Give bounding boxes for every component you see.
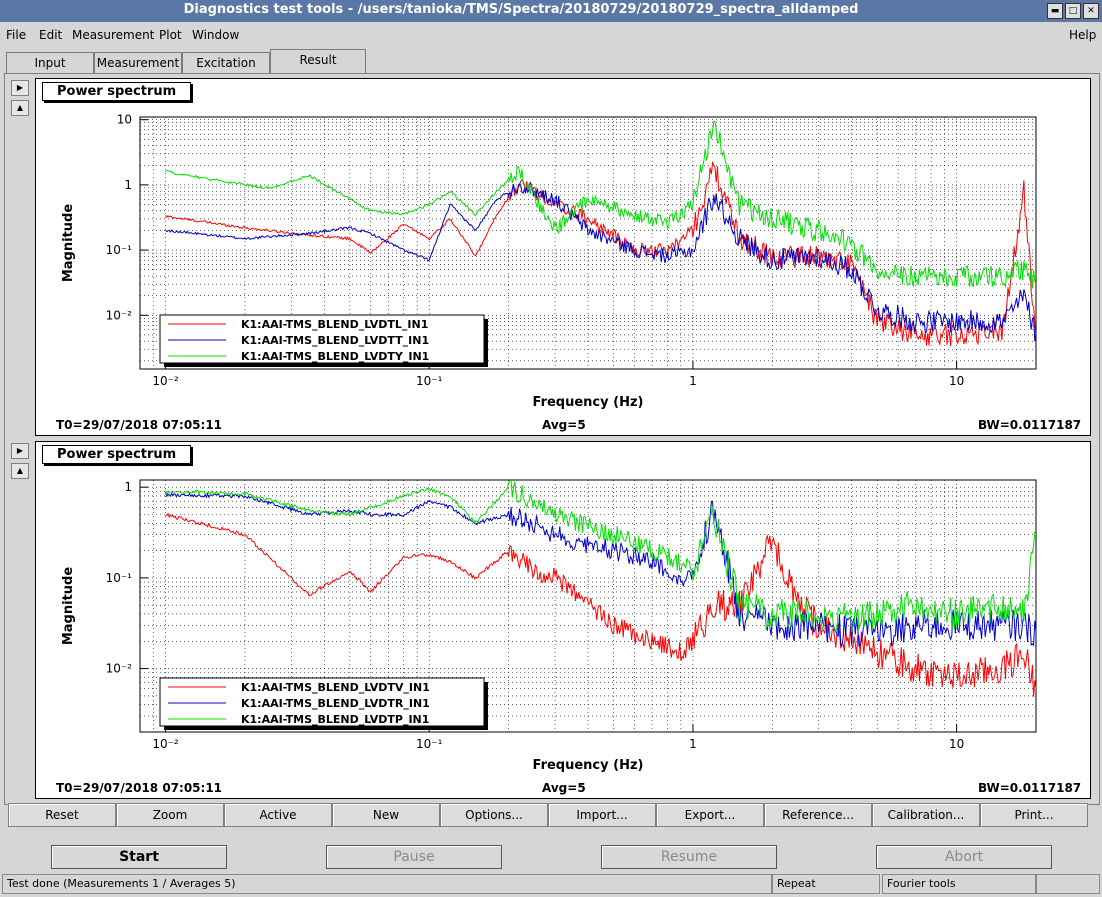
- y-tick-label: 1: [124, 178, 132, 192]
- legend: K1:AAI-TMS_BLEND_LVDTL_IN1 K1:AAI-TMS_BLE…: [159, 314, 488, 367]
- status-message: Test done (Measurements 1 / Averages 5): [2, 874, 772, 894]
- series-line-3: [165, 120, 1036, 289]
- legend-label: K1:AAI-TMS_BLEND_LVDTV_IN1: [241, 681, 430, 694]
- panel2-t0: T0=29/07/2018 07:05:11: [56, 781, 223, 795]
- panel2-collapse-icon[interactable]: ▲: [11, 463, 29, 479]
- new-button[interactable]: New: [332, 803, 440, 827]
- menu-window[interactable]: Window: [192, 28, 239, 42]
- plot-panel-2[interactable]: Power spectrum 10⁻² 10⁻¹ 1 10 1 10⁻¹ 10⁻² Frequ…: [35, 441, 1091, 799]
- chart-2: 10⁻² 10⁻¹ 1 10 1 10⁻¹ 10⁻² Frequency (Hz) Magnit…: [61, 479, 1037, 773]
- x-tick-label: 10⁻¹: [416, 374, 443, 388]
- resume-button[interactable]: Resume: [601, 845, 777, 869]
- menu-edit[interactable]: Edit: [39, 28, 62, 42]
- window-title: Diagnostics test tools - /users/tanioka/…: [183, 2, 859, 17]
- x-axis-label: Frequency (Hz): [533, 395, 644, 410]
- panel1-t0: T0=29/07/2018 07:05:11: [56, 418, 223, 432]
- panel1-expand-icon[interactable]: ▶: [11, 80, 29, 96]
- legend-label: K1:AAI-TMS_BLEND_LVDTT_IN1: [241, 334, 429, 347]
- x-tick-label: 10⁻¹: [416, 737, 443, 751]
- y-tick-label: 10⁻¹: [106, 243, 133, 257]
- x-tick-label: 1: [689, 374, 697, 388]
- chart-1: 10⁻² 10⁻¹ 1 10 10 1 10⁻¹ 10⁻² Frequency (Hz) Magn…: [61, 113, 1037, 410]
- pause-button[interactable]: Pause: [326, 845, 502, 869]
- tab-result[interactable]: Result: [270, 49, 366, 73]
- plot-panel-1[interactable]: Power spectrum 10⁻² 10⁻¹ 1 10 10 1 10⁻¹ 10⁻² Fre…: [35, 78, 1091, 436]
- x-tick-label: 1: [689, 737, 697, 751]
- zoom-button[interactable]: Zoom: [116, 803, 224, 827]
- reset-button[interactable]: Reset: [8, 803, 116, 827]
- menu-file[interactable]: File: [6, 28, 26, 42]
- start-button[interactable]: Start: [51, 845, 227, 869]
- panel2-avg: Avg=5: [542, 781, 586, 795]
- x-tick-label: 10⁻²: [152, 737, 179, 751]
- window-titlebar: Diagnostics test tools - /users/tanioka/…: [0, 0, 1102, 22]
- calibration-button[interactable]: Calibration...: [872, 803, 980, 827]
- menu-measurement[interactable]: Measurement: [72, 28, 154, 42]
- plot-button-row: Reset Zoom Active New Options... Import.…: [8, 803, 1090, 827]
- x-tick-label: 10: [949, 374, 964, 388]
- y-tick-label: 10⁻¹: [106, 571, 133, 585]
- y-tick-label: 10⁻²: [106, 308, 133, 322]
- legend: K1:AAI-TMS_BLEND_LVDTV_IN1 K1:AAI-TMS_BLE…: [159, 677, 488, 730]
- active-button[interactable]: Active: [224, 803, 332, 827]
- y-axis-label: Magnitude: [61, 204, 76, 283]
- panel1-collapse-icon[interactable]: ▲: [11, 100, 29, 116]
- legend-label: K1:AAI-TMS_BLEND_LVDTP_IN1: [241, 713, 429, 726]
- minimize-icon[interactable]: ▬: [1047, 3, 1063, 19]
- reference-button[interactable]: Reference...: [764, 803, 872, 827]
- menu-help[interactable]: Help: [1069, 28, 1096, 42]
- maximize-icon[interactable]: □: [1065, 3, 1081, 19]
- y-tick-label: 1: [124, 480, 132, 494]
- status-mode: Repeat: [772, 874, 880, 894]
- menu-bar: File Edit Measurement Plot Window Help: [0, 24, 1102, 46]
- status-bar: Test done (Measurements 1 / Averages 5) …: [0, 874, 1102, 894]
- tab-input[interactable]: Input: [6, 52, 94, 73]
- options-button[interactable]: Options...: [440, 803, 548, 827]
- y-tick-label: 10: [117, 113, 132, 127]
- menu-plot[interactable]: Plot: [159, 28, 182, 42]
- status-extra: [1036, 874, 1100, 894]
- legend-label: K1:AAI-TMS_BLEND_LVDTY_IN1: [241, 350, 429, 363]
- status-tool: Fourier tools: [882, 874, 1036, 894]
- tab-measurement[interactable]: Measurement: [94, 52, 182, 73]
- y-tick-label: 10⁻²: [106, 662, 133, 676]
- export-button[interactable]: Export...: [656, 803, 764, 827]
- import-button[interactable]: Import...: [548, 803, 656, 827]
- legend-label: K1:AAI-TMS_BLEND_LVDTL_IN1: [241, 318, 428, 331]
- abort-button[interactable]: Abort: [876, 845, 1052, 869]
- legend-label: K1:AAI-TMS_BLEND_LVDTR_IN1: [241, 697, 430, 710]
- tab-excitation[interactable]: Excitation: [182, 52, 270, 73]
- x-tick-label: 10⁻²: [152, 374, 179, 388]
- print-button[interactable]: Print...: [980, 803, 1088, 827]
- panel1-avg: Avg=5: [542, 418, 586, 432]
- panel2-expand-icon[interactable]: ▶: [11, 443, 29, 459]
- y-axis-label: Magnitude: [61, 567, 76, 646]
- x-axis-label: Frequency (Hz): [533, 758, 644, 773]
- close-icon[interactable]: ✕: [1083, 3, 1099, 19]
- panel1-bw: BW=0.0117187: [978, 418, 1082, 432]
- x-tick-label: 10: [949, 737, 964, 751]
- series-line-2: [165, 492, 1036, 647]
- panel2-bw: BW=0.0117187: [978, 781, 1082, 795]
